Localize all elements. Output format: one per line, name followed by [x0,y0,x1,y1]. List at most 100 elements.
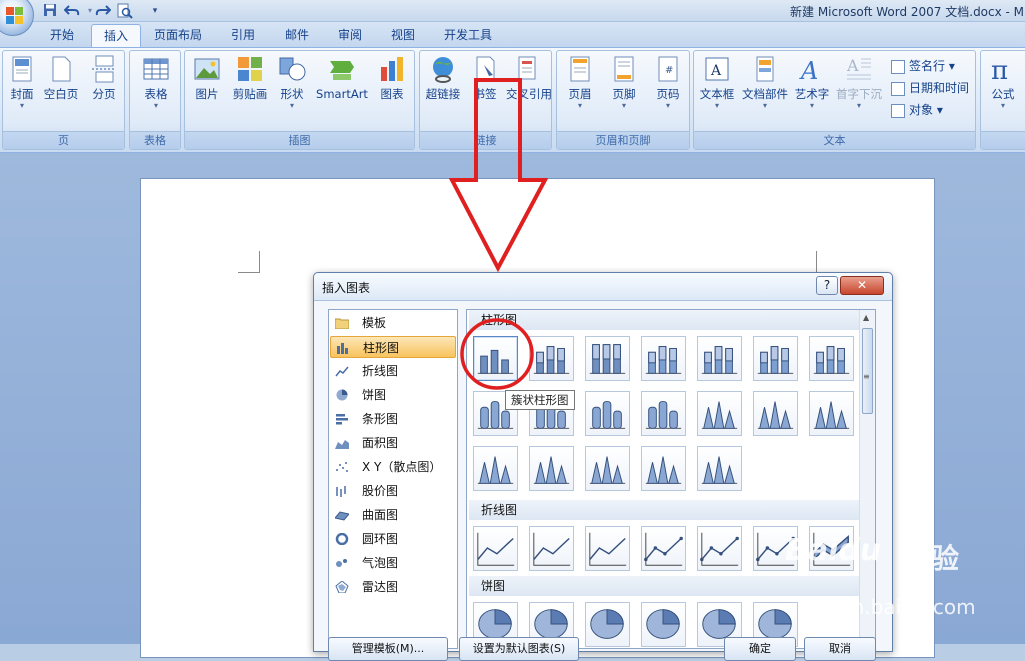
category-area[interactable]: 面积图 [330,432,456,454]
category-surface[interactable]: 曲面图 [330,504,456,526]
save-icon[interactable] [42,3,58,19]
chart-type-thumbnail-line-m[interactable] [753,526,798,571]
category-bar[interactable]: 条形图 [330,408,456,430]
object-button[interactable]: 对象 ▾ [891,101,943,119]
chart-type-thumbnail-cyl[interactable] [641,391,686,436]
chart-type-thumbnail-col3d-stack[interactable] [697,336,742,381]
chart-type-thumbnail-cone[interactable] [697,391,742,436]
chart-type-thumbnail-line-m[interactable] [641,526,686,571]
drop-cap-button[interactable]: A 首字下沉 ▾ [833,55,885,110]
chart-type-thumbnail-col[interactable] [473,336,518,381]
undo-icon[interactable] [63,3,80,19]
chart-type-thumbnail-pyr[interactable] [697,446,742,491]
text-box-button[interactable]: A 文本框 ▾ [697,55,737,110]
chart-type-thumbnail-line3d[interactable] [809,526,854,571]
line-chart-icon [813,532,851,566]
page-number-button[interactable]: # 页码 ▾ [649,55,687,110]
chart-type-thumbnail-pie[interactable] [585,602,630,647]
vertical-scrollbar[interactable]: ▲ ≡ ▼ [859,310,875,648]
tab-view[interactable]: 视图 [379,24,427,48]
page-break-button[interactable]: 分页 [85,55,123,102]
title-bar: ▾ ▾ 新建 Microsoft Word 2007 文档.docx - M [0,0,1025,36]
customize-icon[interactable]: ▾ [147,3,163,19]
category-line[interactable]: 折线图 [330,360,456,382]
tab-review[interactable]: 审阅 [326,24,374,48]
chart-button[interactable]: 图表 [373,55,411,102]
chart-type-thumbnail-line[interactable] [473,526,518,571]
picture-button[interactable]: 图片 [189,55,225,102]
office-logo-icon [6,7,23,24]
bookmark-icon [476,56,495,82]
chart-type-thumbnail-pyr[interactable] [641,446,686,491]
svg-text:π: π [991,56,1008,83]
signature-line-button[interactable]: 签名行 ▾ [891,57,955,75]
chart-type-thumbnail-col-pct[interactable] [585,336,630,381]
folder-icon [335,318,349,329]
header-button[interactable]: 页眉 ▾ [561,55,599,110]
category-bubble[interactable]: 气泡图 [330,552,456,574]
chart-type-thumbnail-pyr[interactable] [529,446,574,491]
chart-type-thumbnail-pie[interactable] [641,602,686,647]
scroll-thumb[interactable] [862,328,873,414]
tab-references[interactable]: 引用 [219,24,267,48]
group-label: 文本 [694,131,975,149]
ok-button[interactable]: 确定 [724,637,796,661]
tab-home[interactable]: 开始 [38,24,86,48]
footer-button[interactable]: 页脚 ▾ [605,55,643,110]
date-time-button[interactable]: 日期和时间 [891,79,969,97]
tab-page-layout[interactable]: 页面布局 [142,24,214,48]
table-button[interactable]: 表格 ▾ [136,55,176,110]
category-doughnut[interactable]: 圆环图 [330,528,456,550]
category-scatter[interactable]: X Y（散点图） [330,456,456,478]
set-default-chart-button[interactable]: 设置为默认图表(S) [459,637,579,661]
category-radar[interactable]: 雷达图 [330,576,456,598]
chart-type-thumbnail-cyl[interactable] [585,391,630,436]
close-button[interactable]: ✕ [840,276,884,295]
chart-type-thumbnail-col3d[interactable] [641,336,686,381]
wordart-icon: A [799,57,818,83]
cross-reference-button[interactable]: 交叉引用 [506,55,552,102]
chart-type-thumbnail-col3d-full[interactable] [809,336,854,381]
column-chart-icon [533,456,570,484]
equation-button[interactable]: π 公式 ▾ [983,55,1023,110]
line-chart-icon [533,532,571,566]
table-icon [143,58,169,80]
group-label: 链接 [420,131,551,149]
help-button[interactable]: ? [816,276,838,295]
tab-developer[interactable]: 开发工具 [432,24,504,48]
wordart-button[interactable]: A 艺术字 ▾ [793,55,831,110]
print-preview-icon[interactable] [117,3,133,19]
chart-type-thumbnail-cone[interactable] [753,391,798,436]
clip-art-button[interactable]: 剪贴画 [229,55,271,102]
chart-type-thumbnail-line[interactable] [585,526,630,571]
redo-icon[interactable] [95,3,112,19]
manage-templates-button[interactable]: 管理模板(M)... [328,637,448,661]
tab-mailings[interactable]: 邮件 [273,24,321,48]
chart-type-thumbnail-col3d-pct[interactable] [753,336,798,381]
category-column[interactable]: 柱形图 [330,336,456,358]
bubble-chart-icon [336,559,347,567]
chart-type-thumbnail-pyr[interactable] [585,446,630,491]
chart-type-thumbnail-cone[interactable] [473,446,518,491]
category-stock[interactable]: 股价图 [330,480,456,502]
chart-type-tooltip: 簇状柱形图 [505,390,575,410]
pie-chart-icon [646,609,680,639]
chart-type-thumbnail-col-stack[interactable] [529,336,574,381]
cover-page-button[interactable]: 封面 ▾ [5,55,39,110]
hyperlink-button[interactable]: 超链接 [422,55,464,102]
category-template[interactable]: 模板 [330,312,456,334]
chart-type-thumbnail-line[interactable] [529,526,574,571]
smartart-button[interactable]: SmartArt [313,55,371,102]
shapes-button[interactable]: 形状 ▾ [274,55,310,110]
blank-page-button[interactable]: 空白页 [41,55,81,102]
tab-insert[interactable]: 插入 [91,24,142,48]
cancel-button[interactable]: 取消 [804,637,876,661]
bookmark-button[interactable]: 书签 [468,55,502,102]
svg-text:A: A [846,56,859,75]
quick-parts-button[interactable]: 文档部件 ▾ [740,55,790,110]
scroll-up-icon[interactable]: ▲ [863,313,869,322]
category-pie[interactable]: 饼图 [330,384,456,406]
chart-type-thumbnail-line-m[interactable] [697,526,742,571]
column-chart-icon [757,346,794,374]
chart-type-thumbnail-cone[interactable] [809,391,854,436]
